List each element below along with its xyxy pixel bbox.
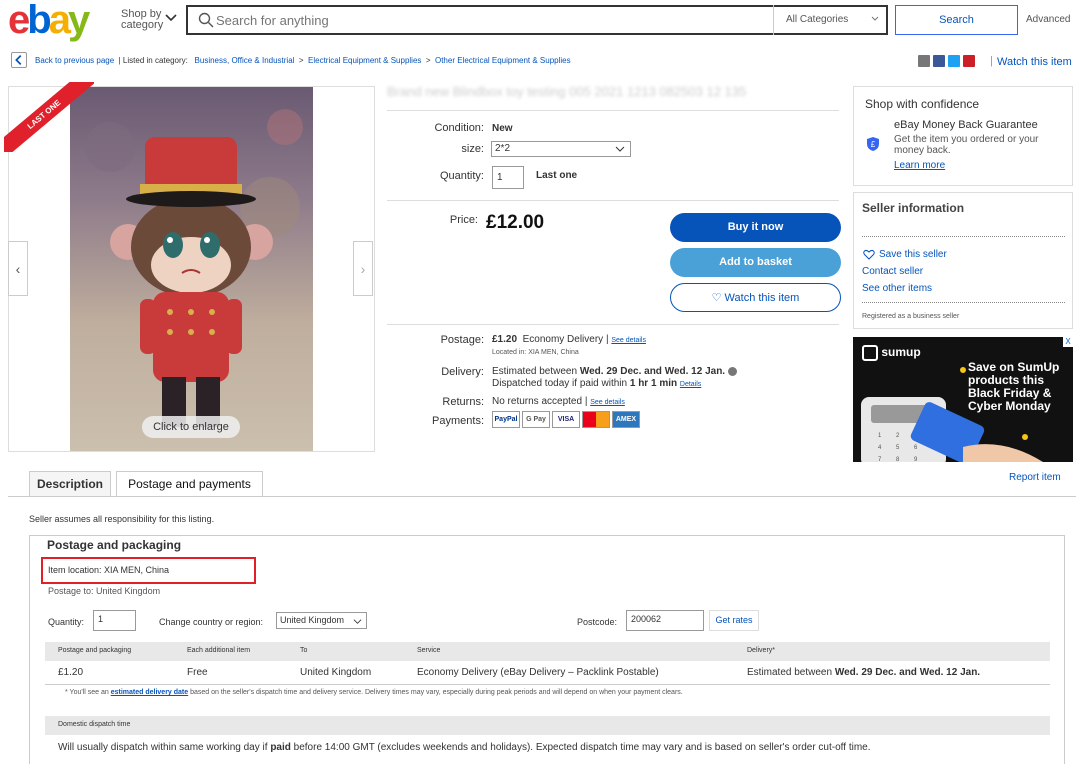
item-location: Item location: XIA MEN, China [48, 565, 170, 575]
table-cell: Estimated between Wed. 29 Dec. and Wed. … [747, 667, 981, 678]
divider [862, 302, 1065, 303]
postage-info: £1.20 Economy Delivery | See details [492, 334, 646, 345]
ebay-logo[interactable]: ebay [8, 0, 90, 40]
contact-seller-link[interactable]: Contact seller [862, 266, 923, 277]
chevron-down-icon [353, 619, 362, 624]
gallery-prev-button[interactable]: ‹ [8, 241, 28, 296]
located-in: Located in: XIA MEN, China [492, 349, 579, 356]
close-icon[interactable]: X [1063, 337, 1073, 347]
search-input[interactable] [216, 6, 766, 34]
seller-responsibility-note: Seller assumes all responsibility for th… [29, 514, 215, 524]
tab-divider [8, 496, 1076, 497]
report-item-link[interactable]: Report item [1009, 472, 1061, 483]
twitter-icon[interactable] [948, 55, 960, 67]
gpay-icon: G Pay [522, 411, 550, 428]
pinterest-icon[interactable] [963, 55, 975, 67]
column-header: Delivery* [747, 647, 776, 654]
sumup-logo: sumup [862, 345, 921, 361]
paypal-icon: PayPal [492, 411, 520, 428]
shop-by-category-button[interactable]: Shop by category [121, 9, 163, 31]
column-header: To [300, 647, 308, 654]
watch-item-button[interactable]: ♡ Watch this item [670, 283, 841, 312]
ad-headline: Save on SumUp products this Black Friday… [968, 360, 1060, 413]
back-arrow-icon[interactable] [11, 52, 27, 68]
postage-to: Postage to: United Kingdom [48, 586, 161, 596]
column-header: Service [417, 647, 441, 654]
back-to-previous-link[interactable]: Back to previous page [35, 56, 114, 65]
divider [387, 110, 839, 111]
tab-description[interactable]: Description [29, 471, 111, 496]
estimated-delivery-link[interactable]: estimated delivery date [111, 689, 188, 696]
mastercard-icon: MC [582, 411, 610, 428]
buy-it-now-button[interactable]: Buy it now [670, 213, 841, 242]
table-header [45, 716, 1050, 735]
delivery-estimate: Estimated between Wed. 29 Dec. and Wed. … [492, 366, 737, 377]
save-seller-link[interactable]: Save this seller [879, 249, 947, 260]
shield-icon: £ [867, 137, 879, 151]
table-cell: United Kingdom [300, 667, 372, 678]
svg-text:£: £ [871, 140, 876, 149]
country-select[interactable]: United Kingdom [276, 612, 367, 629]
divider [45, 684, 1050, 685]
see-other-items-link[interactable]: See other items [862, 283, 932, 294]
watch-this-item-link[interactable]: Watch this item [997, 56, 1072, 68]
amex-icon: AMEX [612, 411, 640, 428]
last-one-badge: LAST ONE [4, 82, 94, 152]
item-title: Brand new Blindbox toy testing 005 2021 … [387, 84, 747, 99]
breadcrumb-item[interactable]: Electrical Equipment & Supplies [308, 56, 421, 65]
get-rates-button[interactable]: Get rates [709, 610, 759, 631]
breadcrumb-item[interactable]: Business, Office & Industrial [195, 56, 295, 65]
breadcrumb-item[interactable]: Other Electrical Equipment & Supplies [435, 56, 571, 65]
returns-info: No returns accepted | See details [492, 396, 625, 407]
delivery-footnote: * You'll see an estimated delivery date … [65, 689, 683, 696]
gallery-next-button[interactable]: › [353, 241, 373, 296]
item-price: £12.00 [486, 212, 545, 233]
postage-quantity-input[interactable]: 1 [93, 610, 136, 631]
tab-postage-and-payments[interactable]: Postage and payments [116, 471, 263, 497]
sumup-logo-icon [862, 345, 878, 361]
figure-illustration [85, 109, 303, 427]
postage-see-details-link[interactable]: See details [611, 337, 646, 344]
column-header: Each additional item [187, 647, 251, 654]
product-image[interactable] [70, 87, 313, 451]
chevron-down-icon[interactable] [164, 11, 178, 25]
payment-methods: PayPalG PayVISAMCAMEX [492, 411, 642, 430]
share-icons [918, 55, 978, 67]
chevron-down-icon [871, 16, 879, 21]
click-to-enlarge-button[interactable]: Click to enlarge [142, 416, 240, 438]
table-cell: Economy Delivery (eBay Delivery – Packli… [417, 667, 659, 678]
heart-icon [863, 249, 875, 260]
advanced-search-link[interactable]: Advanced [1026, 14, 1070, 25]
size-select[interactable]: 2*2 [491, 141, 631, 157]
condition-value: New [492, 123, 513, 134]
learn-more-link[interactable]: Learn more [894, 160, 945, 171]
add-to-basket-button[interactable]: Add to basket [670, 248, 841, 277]
chevron-down-icon [615, 146, 625, 152]
search-button[interactable]: Search [895, 5, 1018, 35]
info-icon[interactable] [727, 366, 737, 376]
table-cell: £1.20 [58, 667, 84, 678]
search-icon [198, 12, 214, 28]
column-header: Domestic dispatch time [58, 721, 131, 728]
facebook-icon[interactable] [933, 55, 945, 67]
delivery-details-link[interactable]: Details [680, 381, 701, 388]
column-header: Postage and packaging [58, 647, 132, 654]
dispatch-time-text: Will usually dispatch within same workin… [58, 742, 871, 753]
quantity-input[interactable]: 1 [492, 166, 524, 189]
section-heading: Postage and packaging [47, 538, 182, 552]
divider [387, 200, 839, 201]
dispatch-info: Dispatched today if paid within 1 hr 1 m… [492, 378, 702, 389]
divider [862, 236, 1065, 237]
divider [387, 324, 839, 325]
email-icon[interactable] [918, 55, 930, 67]
visa-icon: VISA [552, 411, 580, 428]
breadcrumb: Back to previous page | Listed in catego… [35, 56, 571, 65]
returns-see-details-link[interactable]: See details [590, 399, 625, 406]
quantity-note: Last one [536, 170, 578, 181]
table-cell: Free [187, 667, 208, 678]
postcode-input[interactable]: 200062 [626, 610, 704, 631]
